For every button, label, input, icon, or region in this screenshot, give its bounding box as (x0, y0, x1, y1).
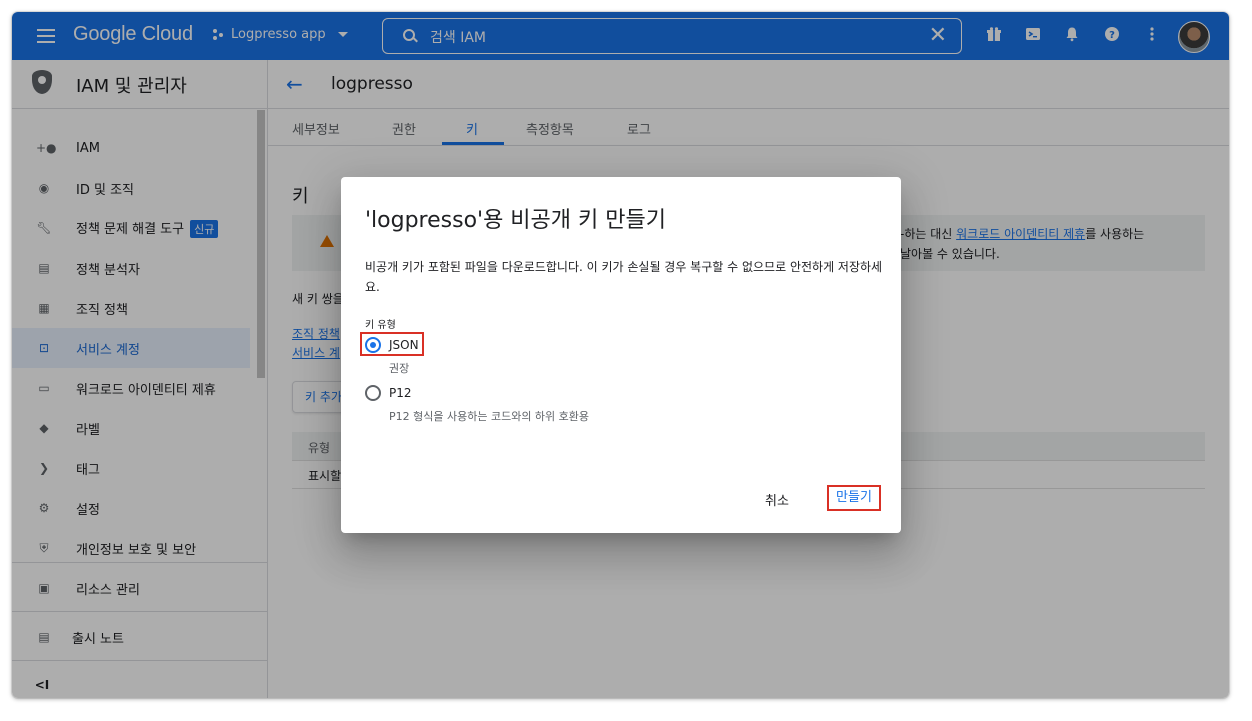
radio-p12-label: P12 (389, 386, 412, 400)
radio-json[interactable]: JSON (365, 337, 419, 353)
create-private-key-dialog: 'logpresso'용 비공개 키 만들기 비공개 키가 포함된 파일을 다운… (341, 177, 901, 533)
radio-json-label: JSON (389, 338, 419, 352)
p12-description: P12 형식을 사용하는 코드와의 하위 호환용 (389, 410, 590, 423)
radio-p12[interactable]: P12 (365, 385, 412, 401)
dialog-title: 'logpresso'용 비공개 키 만들기 (365, 208, 666, 233)
radio-selected-icon[interactable] (365, 337, 381, 353)
key-type-label: 키 유형 (365, 320, 396, 331)
json-recommended-text: 권장 (389, 362, 410, 375)
cancel-button[interactable]: 취소 (765, 490, 789, 509)
dialog-description: 비공개 키가 포함된 파일을 다운로드합니다. 이 키가 손실될 경우 복구할 … (365, 260, 883, 294)
browser-window: Google Cloud Logpresso app 검색 IAM ✕ ? IA… (12, 12, 1229, 698)
radio-unselected-icon[interactable] (365, 385, 381, 401)
create-button[interactable]: 만들기 (827, 485, 881, 511)
